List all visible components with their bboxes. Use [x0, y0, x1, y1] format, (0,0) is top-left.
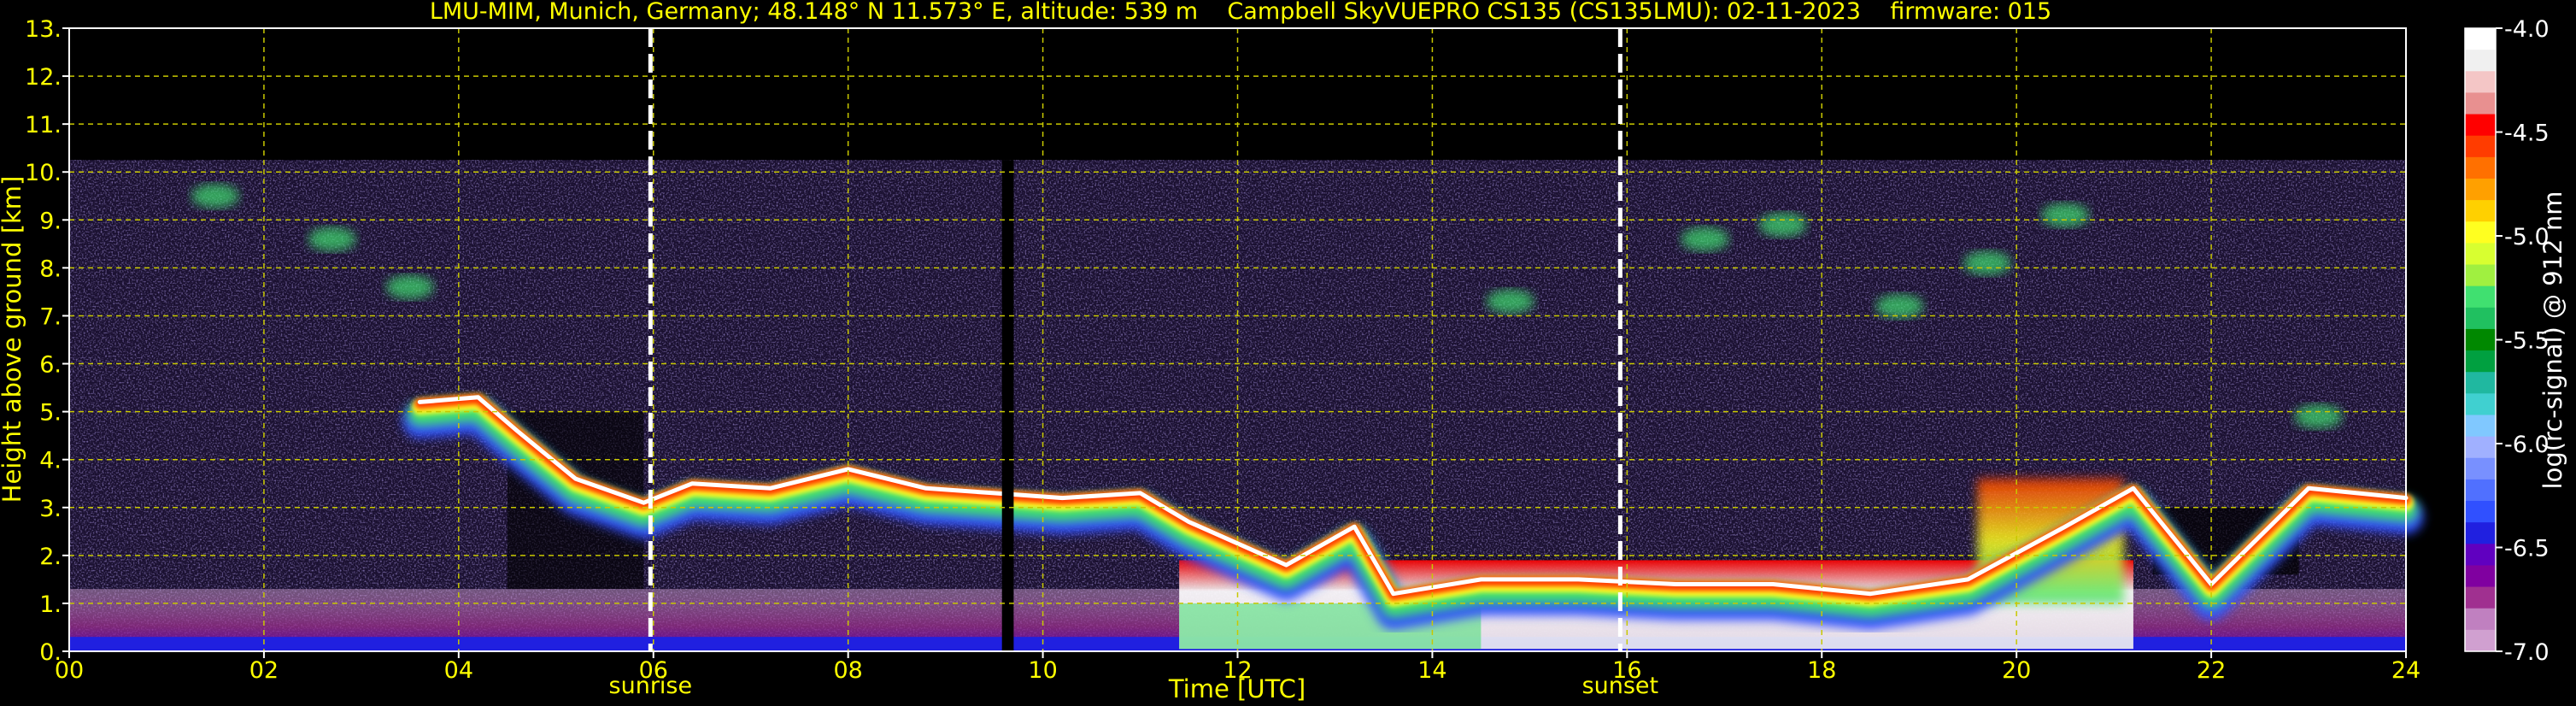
colorbar-swatch	[2465, 608, 2496, 631]
colorbar-tick-label: -6.5	[2504, 536, 2550, 562]
colorbar-swatch	[2465, 243, 2496, 266]
cirrus-patch	[1758, 212, 1807, 237]
cirrus-patch	[191, 184, 239, 209]
x-axis-label: Time [UTC]	[1168, 674, 1306, 703]
y-tick-label: 3.	[39, 496, 62, 522]
colorbar-swatch	[2465, 28, 2496, 50]
x-tick-label: 22	[2197, 657, 2226, 684]
y-tick-label: 0.	[39, 639, 62, 666]
x-tick-label: 18	[1807, 657, 1836, 684]
data-gap	[1001, 160, 1014, 651]
colorbar-swatch	[2465, 285, 2496, 309]
colorbar-tick-label: -7.0	[2504, 639, 2550, 666]
colorbar-swatch	[2465, 586, 2496, 609]
cirrus-patch	[2294, 404, 2343, 429]
y-tick-label: 6.	[39, 352, 62, 379]
x-tick-label: 14	[1417, 657, 1446, 684]
cirrus-patch	[385, 274, 434, 299]
cirrus-patch	[1486, 289, 1534, 314]
y-tick-label: 2.	[39, 544, 62, 570]
y-tick-label: 1.	[39, 591, 62, 618]
cirrus-patch	[1875, 294, 1924, 319]
y-tick-label: 10.	[25, 160, 62, 186]
colorbar-swatch	[2465, 178, 2496, 201]
cirrus-patch	[1963, 250, 2011, 275]
x-tick-label: 16	[1612, 657, 1641, 684]
y-tick-label: 13.	[25, 16, 62, 43]
colorbar-swatch	[2465, 200, 2496, 222]
y-axis: 0. 1. 2. 3. 4. 5. 6. 7. 8. 9. 10. 11. 12. 13.	[25, 16, 69, 666]
colorbar-label: log(rc-signal) @ 912 nm	[2538, 191, 2567, 490]
x-tick-label: 20	[2002, 657, 2031, 684]
y-tick-label: 4.	[39, 448, 62, 474]
y-tick-label: 8.	[39, 256, 62, 282]
colorbar: -4.0-4.5-5.0-5.5-6.0-6.5-7.0	[2464, 16, 2550, 666]
x-tick-label: 06	[639, 657, 668, 684]
colorbar-swatch	[2465, 544, 2496, 567]
colorbar-swatch	[2465, 415, 2496, 438]
colorbar-swatch	[2465, 92, 2496, 115]
cirrus-patch	[308, 227, 356, 251]
y-axis-label: Height above ground [km]	[0, 176, 26, 503]
colorbar-swatch	[2465, 565, 2496, 588]
y-tick-label: 5.	[39, 400, 62, 427]
colorbar-swatch	[2465, 328, 2496, 351]
x-tick-label: 24	[2391, 657, 2421, 684]
colorbar-swatch	[2465, 479, 2496, 502]
colorbar-swatch	[2465, 264, 2496, 287]
colorbar-swatch	[2465, 501, 2496, 523]
x-tick-label: 10	[1028, 657, 1057, 684]
colorbar-swatch	[2465, 135, 2496, 158]
colorbar-swatch	[2465, 307, 2496, 330]
colorbar-swatch	[2465, 436, 2496, 459]
y-tick-label: 7.	[39, 303, 62, 330]
colorbar-swatch	[2465, 457, 2496, 480]
y-tick-label: 9.	[39, 208, 62, 234]
colorbar-tick-label: -4.0	[2504, 16, 2550, 43]
colorbar-swatch	[2465, 114, 2496, 137]
colorbar-swatch	[2465, 522, 2496, 544]
x-tick-label: 02	[249, 657, 279, 684]
y-tick-label: 11.	[25, 112, 62, 138]
x-tick-label: 08	[833, 657, 862, 684]
colorbar-swatch	[2465, 350, 2496, 373]
ceilometer-chart: sunrise sunset 00 02 04 06 08 10 12 14 16 18 20 22 24…	[0, 0, 2567, 703]
colorbar-swatch	[2465, 393, 2496, 416]
colorbar-swatch	[2465, 71, 2496, 94]
cirrus-patch	[2041, 203, 2090, 227]
y-tick-label: 12.	[25, 64, 62, 91]
colorbar-tick-label: -4.5	[2504, 121, 2550, 147]
cirrus-patch	[1681, 227, 1729, 251]
colorbar-swatch	[2465, 50, 2496, 72]
x-tick-label: 04	[444, 657, 473, 684]
colorbar-swatch	[2465, 156, 2496, 179]
colorbar-swatch	[2465, 629, 2496, 652]
colorbar-swatch	[2465, 221, 2496, 244]
colorbar-swatch	[2465, 372, 2496, 394]
chart-title: LMU-MIM, Munich, Germany; 48.148° N 11.5…	[430, 0, 2051, 25]
